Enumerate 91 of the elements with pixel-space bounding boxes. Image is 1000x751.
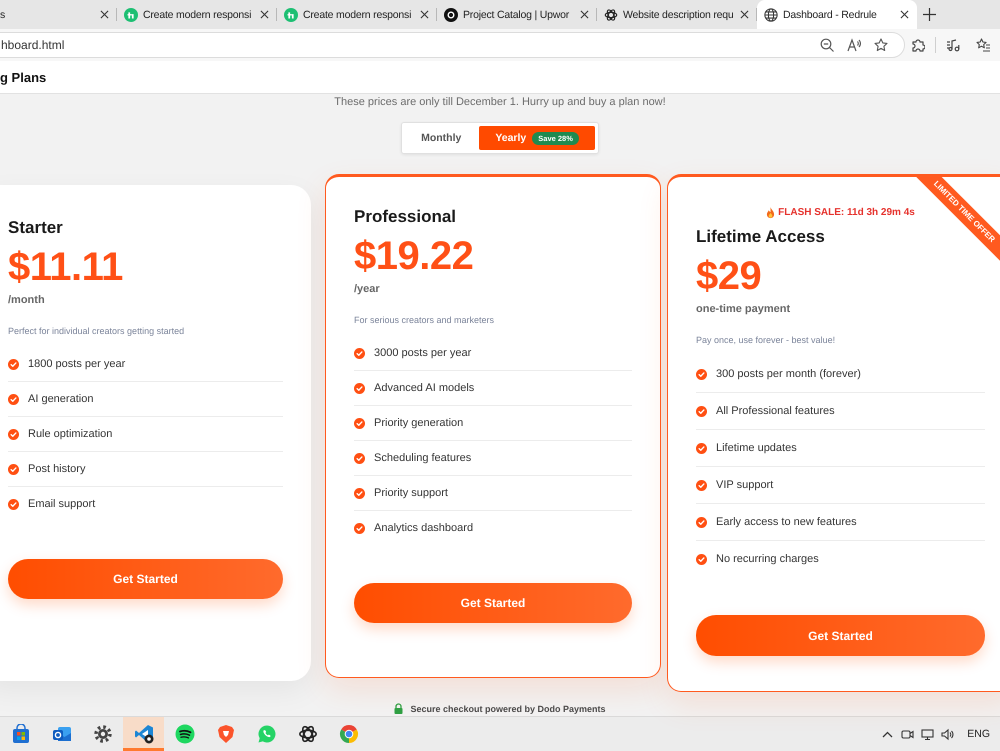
atom-icon bbox=[604, 8, 618, 22]
feature-text: 300 posts per month (forever) bbox=[716, 368, 861, 380]
feature-text: AI generation bbox=[28, 393, 94, 405]
zoom-out-icon[interactable] bbox=[820, 38, 834, 52]
check-icon bbox=[696, 516, 707, 528]
feature-text: 3000 posts per year bbox=[374, 347, 472, 359]
plan-name: Starter bbox=[8, 217, 64, 239]
feature-text: Analytics dashboard bbox=[374, 522, 474, 534]
check-icon bbox=[8, 464, 19, 474]
globe-icon bbox=[764, 8, 778, 22]
taskbar-button[interactable] bbox=[123, 717, 164, 751]
browser-tab[interactable]: s bbox=[0, 0, 117, 29]
plan-description: Pay once, use forever - best value! bbox=[696, 334, 836, 346]
feature-text: VIP support bbox=[716, 479, 774, 491]
check-icon bbox=[8, 358, 19, 370]
media-icon[interactable] bbox=[946, 38, 960, 52]
browser-tab[interactable]: Website description requ bbox=[597, 0, 757, 29]
close-icon[interactable] bbox=[580, 10, 589, 19]
new-tab-icon[interactable] bbox=[923, 8, 936, 21]
feature-text: Priority generation bbox=[374, 417, 464, 429]
chat-bubble-icon bbox=[256, 724, 276, 744]
close-icon[interactable] bbox=[420, 10, 429, 19]
feature-text: No recurring charges bbox=[716, 553, 819, 565]
language-indicator[interactable]: ENG bbox=[967, 728, 990, 740]
check-icon bbox=[354, 418, 365, 428]
feature-text: Early access to new features bbox=[716, 516, 857, 528]
feature-text: Email support bbox=[28, 498, 96, 510]
ring-logo-icon bbox=[338, 724, 358, 744]
atom-icon bbox=[298, 724, 318, 744]
circle-logo-icon bbox=[124, 8, 138, 22]
monitor-icon[interactable] bbox=[921, 728, 934, 740]
check-icon bbox=[354, 452, 365, 464]
feature-text: Scheduling features bbox=[374, 452, 472, 464]
fire-icon bbox=[766, 207, 776, 219]
address-bar[interactable]: hboard.html bbox=[0, 32, 905, 58]
check-icon bbox=[354, 348, 365, 358]
circle-logo-icon bbox=[444, 8, 458, 22]
check-icon bbox=[696, 406, 707, 416]
check-icon bbox=[354, 382, 365, 394]
star-icon[interactable] bbox=[874, 38, 888, 52]
page-title: g Plans bbox=[0, 70, 46, 84]
check-icon bbox=[8, 394, 19, 404]
mail-icon bbox=[52, 724, 72, 744]
gear-icon bbox=[92, 724, 112, 744]
feature-text: Advanced AI models bbox=[374, 382, 474, 394]
feature-text: Priority support bbox=[374, 487, 448, 499]
promo-subtitle: These prices are only till December 1. Hurry up and buy a plan now! bbox=[334, 96, 666, 108]
close-icon[interactable] bbox=[740, 10, 749, 19]
check-icon bbox=[696, 480, 707, 490]
puzzle-icon[interactable] bbox=[911, 38, 925, 52]
plan-period: /month bbox=[8, 293, 46, 308]
check-icon bbox=[696, 442, 707, 454]
browser-tab[interactable]: Dashboard - Redrule bbox=[757, 0, 917, 29]
favorites-icon[interactable] bbox=[976, 38, 990, 52]
feature-text: All Professional features bbox=[716, 405, 835, 417]
plan-description: Perfect for individual creators getting started bbox=[8, 325, 186, 337]
plan-price: $19.22 bbox=[354, 234, 474, 278]
check-icon bbox=[354, 488, 365, 498]
plan-price: $11.11 bbox=[8, 245, 124, 289]
check-icon bbox=[354, 522, 365, 534]
close-icon[interactable] bbox=[900, 10, 909, 19]
billing-option-tab[interactable]: Monthly bbox=[405, 126, 478, 150]
circle-waves-icon bbox=[174, 724, 194, 744]
circle-logo-icon bbox=[284, 8, 298, 22]
read-aloud-icon[interactable] bbox=[847, 38, 861, 52]
browser-tab[interactable]: Create modern responsi bbox=[117, 0, 277, 29]
feature-text: 1800 posts per year bbox=[28, 358, 126, 370]
plan-price: $29 bbox=[696, 254, 762, 298]
plan-description: For serious creators and marketers bbox=[354, 314, 496, 326]
flash-sale-countdown: FLASH SALE: 11d 3h 29m 4s bbox=[778, 206, 915, 220]
camera-icon[interactable] bbox=[901, 728, 914, 740]
check-icon bbox=[696, 368, 707, 380]
close-icon[interactable] bbox=[100, 10, 109, 19]
shield-icon bbox=[216, 724, 236, 744]
check-icon bbox=[8, 428, 19, 440]
check-icon bbox=[8, 498, 19, 510]
feature-text: Post history bbox=[28, 463, 86, 475]
code-editor-icon bbox=[134, 724, 154, 744]
feature-text: Lifetime updates bbox=[716, 442, 797, 454]
store-bag-icon bbox=[10, 724, 30, 744]
plan-period: /year bbox=[354, 282, 381, 297]
close-icon[interactable] bbox=[260, 10, 269, 19]
browser-tab[interactable]: Create modern responsi bbox=[277, 0, 437, 29]
plan-name: Professional bbox=[354, 206, 458, 228]
lock-icon bbox=[394, 703, 404, 714]
feature-text: Rule optimization bbox=[28, 428, 112, 440]
browser-tab[interactable]: Project Catalog | Upwor bbox=[437, 0, 597, 29]
secure-checkout-text: Secure checkout powered by Dodo Payments bbox=[410, 704, 606, 714]
speaker-icon[interactable] bbox=[941, 728, 954, 740]
plan-period: one-time payment bbox=[696, 302, 792, 317]
check-icon bbox=[696, 554, 707, 564]
